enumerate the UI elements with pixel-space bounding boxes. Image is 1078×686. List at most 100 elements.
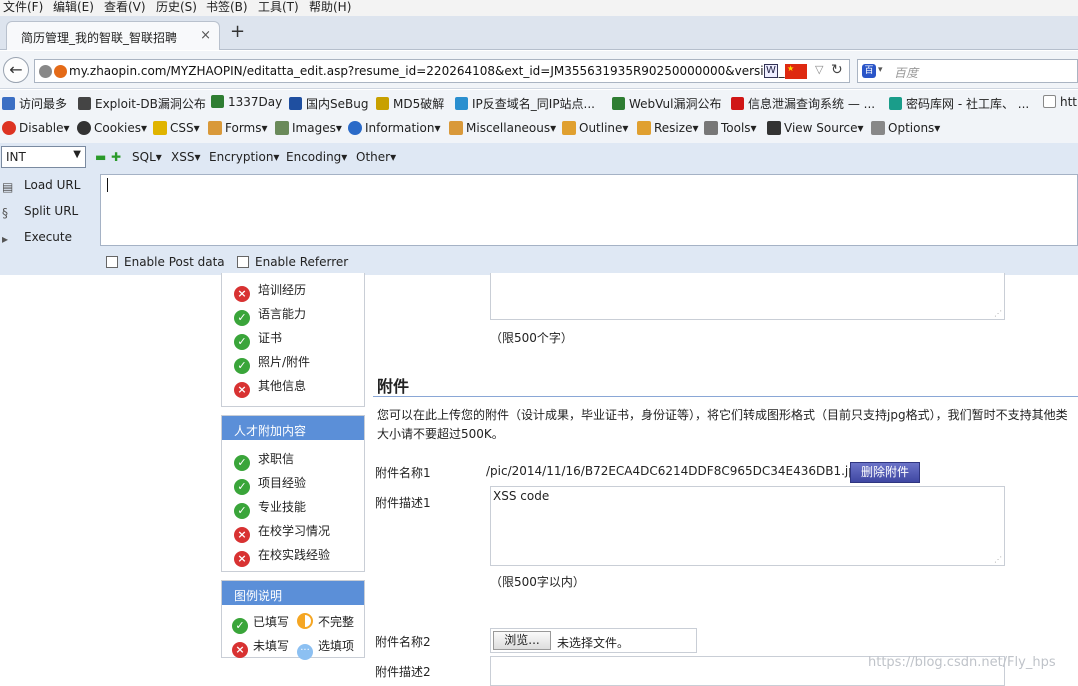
menu-help[interactable]: 帮助(H)	[309, 0, 351, 14]
forms-icon	[208, 121, 222, 135]
attachment1-path: /pic/2014/11/16/B72ECA4DC6214DDF8C965DC3…	[486, 464, 864, 478]
bookmark-item[interactable]: 国内SeBug	[289, 95, 368, 112]
new-tab-icon[interactable]: +	[230, 23, 245, 41]
menu-file[interactable]: 文件(F)	[3, 0, 43, 14]
bookmark-item[interactable]: Exploit-DB漏洞公布	[78, 95, 206, 112]
list-item[interactable]: × 其他信息	[234, 377, 306, 398]
tools-menu[interactable]: Tools▾	[704, 121, 757, 135]
filled-icon: ✓	[234, 503, 250, 519]
images-icon	[275, 121, 289, 135]
other-menu[interactable]: Other▾	[356, 150, 396, 164]
images-menu[interactable]: Images▾	[275, 121, 342, 135]
bookmark-icon	[1043, 95, 1056, 108]
bookmark-item[interactable]: 密码库网 - 社工库、 ...	[889, 95, 1029, 112]
menu-edit[interactable]: 编辑(E)	[53, 0, 94, 14]
bookmark-item[interactable]: 信息泄漏查询系统 — ...	[731, 95, 875, 112]
encryption-menu[interactable]: Encryption▾	[209, 150, 279, 164]
bookmark-item[interactable]: htt	[1043, 95, 1077, 109]
search-input[interactable]: 百 ▾ 百度	[857, 59, 1078, 83]
reload-icon[interactable]: ↻	[831, 62, 843, 78]
previous-textarea[interactable]: ⋰	[490, 273, 1005, 320]
tools-icon	[704, 121, 718, 135]
css-icon	[153, 121, 167, 135]
options-icon	[871, 121, 885, 135]
list-item[interactable]: ✓ 语言能力	[234, 305, 306, 326]
attachment2-desc-label: 附件描述2	[375, 665, 431, 679]
split-url-button[interactable]: § Split URL	[2, 204, 78, 220]
chevron-down-icon[interactable]: ▾	[878, 65, 883, 75]
sql-menu[interactable]: SQL▾	[132, 150, 162, 164]
bookmark-item[interactable]: 1337Day	[211, 95, 282, 109]
css-menu[interactable]: CSS▾	[153, 121, 200, 135]
menu-view[interactable]: 查看(V)	[104, 0, 146, 14]
resize-grip-icon[interactable]: ⋰	[994, 555, 1002, 564]
bookmark-item[interactable]: IP反查域名_同IP站点...	[455, 95, 595, 112]
execute-button[interactable]: ▸ Execute	[2, 230, 72, 246]
menu-tools[interactable]: 工具(T)	[258, 0, 299, 14]
view-source-menu[interactable]: View Source▾	[767, 121, 864, 135]
load-url-button[interactable]: ▤ Load URL	[2, 178, 80, 194]
url-bar[interactable]: my.zhaopin.com/MYZHAOPIN/editatta_edit.a…	[34, 59, 850, 83]
unfilled-icon: ×	[232, 642, 248, 658]
resume-section-list: × 培训经历 ✓ 语言能力 ✓ 证书 ✓ 照片/附件 × 其他信息	[221, 273, 365, 407]
plus-icon[interactable]: ✚	[111, 150, 121, 164]
list-item[interactable]: ✓ 求职信	[234, 450, 294, 471]
baidu-icon[interactable]: 百	[862, 64, 876, 78]
browse-button[interactable]: 浏览...	[493, 631, 551, 650]
xss-menu[interactable]: XSS▾	[171, 150, 200, 164]
menu-bookmarks[interactable]: 书签(B)	[206, 0, 248, 14]
chevron-down-icon[interactable]: ▽	[815, 63, 823, 76]
list-item[interactable]: ✓ 照片/附件	[234, 353, 310, 374]
list-item[interactable]: × 在校实践经验	[234, 546, 330, 567]
filled-icon: ✓	[234, 310, 250, 326]
section-divider	[373, 396, 1078, 397]
int-select[interactable]: INT ▼	[1, 146, 86, 168]
file-input[interactable]: 浏览... 未选择文件。	[490, 628, 697, 653]
miscellaneous-menu[interactable]: Miscellaneous▾	[449, 121, 556, 135]
cookies-menu[interactable]: Cookies▾	[77, 121, 147, 135]
bookmark-item[interactable]: WebVul漏洞公布	[612, 95, 722, 112]
disable-menu[interactable]: Disable▾	[2, 121, 70, 135]
list-item[interactable]: × 培训经历	[234, 281, 306, 302]
bookmark-icon	[612, 97, 625, 110]
options-menu[interactable]: Options▾	[871, 121, 940, 135]
list-item[interactable]: ✓ 证书	[234, 329, 282, 350]
bookmark-item[interactable]: MD5破解	[376, 95, 444, 112]
hackbar-url-textarea[interactable]	[100, 174, 1078, 246]
list-item[interactable]: ✓ 项目经验	[234, 474, 306, 495]
enable-referrer-checkbox[interactable]: Enable Referrer	[237, 255, 348, 269]
section-title: 附件	[377, 377, 410, 396]
globe-icon	[39, 65, 52, 78]
legend-unfilled: × 未填写	[232, 637, 289, 658]
textarea-value: XSS code	[493, 489, 550, 503]
attachment1-desc-textarea[interactable]: XSS code ⋰	[490, 486, 1005, 566]
outline-menu[interactable]: Outline▾	[562, 121, 628, 135]
delete-attachment-button[interactable]: 删除附件	[850, 462, 920, 483]
disable-icon	[2, 121, 16, 135]
encoding-menu[interactable]: Encoding▾	[286, 150, 347, 164]
list-item[interactable]: ✓ 专业技能	[234, 498, 306, 519]
enable-post-checkbox[interactable]: Enable Post data	[106, 255, 225, 269]
tab-resume[interactable]: 简历管理_我的智联_智联招聘 ×	[6, 21, 220, 50]
resize-grip-icon[interactable]: ⋰	[994, 309, 1002, 318]
text-caret	[107, 178, 108, 192]
char-limit-note: （限500字以内）	[490, 575, 585, 589]
forms-menu[interactable]: Forms▾	[208, 121, 268, 135]
menu-history[interactable]: 历史(S)	[156, 0, 197, 14]
word-icon[interactable]: W	[764, 64, 778, 78]
back-button[interactable]: ←	[3, 57, 29, 83]
close-icon[interactable]: ×	[200, 28, 211, 43]
web-developer-toolbar: Disable▾ Cookies▾ CSS▾ Forms▾ Images▾ In…	[0, 115, 1078, 143]
checkbox-box[interactable]	[237, 256, 249, 268]
resize-menu[interactable]: Resize▾	[637, 121, 698, 135]
filled-icon: ✓	[234, 358, 250, 374]
minus-icon[interactable]: ▬	[95, 150, 106, 164]
checkbox-box[interactable]	[106, 256, 118, 268]
list-item[interactable]: × 在校学习情况	[234, 522, 330, 543]
load-url-icon: ▤	[2, 180, 14, 194]
optional-icon: ···	[297, 644, 313, 660]
information-menu[interactable]: Information▾	[348, 121, 441, 135]
bookmark-item[interactable]: 访问最多	[2, 95, 67, 112]
attachment2-name-label: 附件名称2	[375, 635, 431, 649]
filled-icon: ✓	[234, 455, 250, 471]
